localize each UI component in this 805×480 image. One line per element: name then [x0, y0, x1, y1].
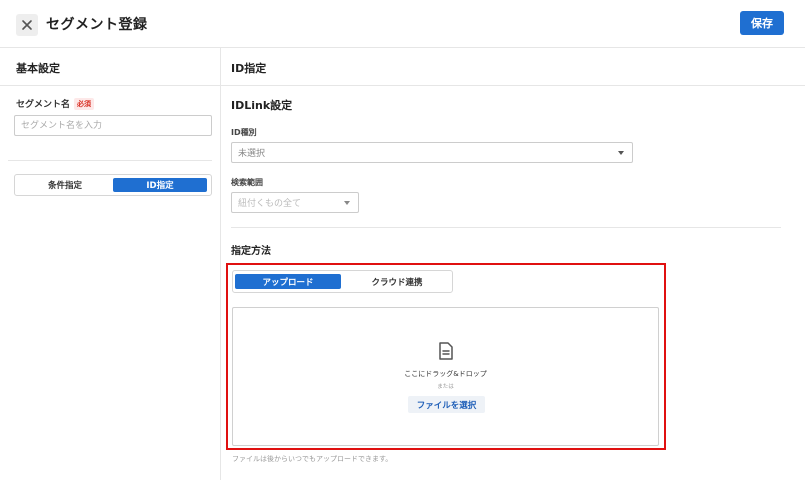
basic-settings-title: 基本設定 [16, 62, 60, 75]
close-icon [22, 20, 32, 30]
close-button[interactable] [16, 14, 38, 36]
method-tabs: アップロード クラウド連携 [232, 270, 453, 293]
id-section-header: ID指定 [221, 48, 805, 86]
mode-toggle: 条件指定 ID指定 [14, 174, 212, 196]
drop-text: ここにドラッグ&ドロップ [404, 370, 487, 378]
id-type-value: 未選択 [238, 149, 266, 159]
upload-help-text: ファイルは後からいつでもアップロードできます。 [232, 455, 393, 463]
document-icon [439, 342, 453, 360]
page-header: セグメント登録 保存 [0, 0, 805, 48]
chevron-down-icon [344, 201, 350, 205]
save-button[interactable]: 保存 [740, 11, 784, 35]
tab-id[interactable]: ID指定 [113, 178, 207, 192]
right-divider [231, 227, 781, 228]
search-scope-label: 検索範囲 [231, 178, 263, 187]
file-dropzone[interactable]: ここにドラッグ&ドロップ または ファイルを選択 [232, 307, 659, 446]
basic-settings-header: 基本設定 [0, 48, 220, 86]
search-scope-value: 紐付くもの全て [238, 199, 302, 209]
id-section-title: ID指定 [231, 62, 267, 75]
or-text: または [437, 384, 454, 390]
tab-cloud-integration[interactable]: クラウド連携 [343, 274, 451, 289]
page-title: セグメント登録 [46, 17, 148, 33]
segment-name-input[interactable] [14, 115, 212, 136]
column-divider [220, 48, 221, 480]
id-type-label: ID種別 [231, 128, 257, 137]
segment-name-label-text: セグメント名 [16, 100, 71, 110]
tab-upload[interactable]: アップロード [235, 274, 341, 289]
required-badge: 必須 [74, 97, 95, 110]
search-scope-select[interactable]: 紐付くもの全て [231, 192, 359, 213]
method-title: 指定方法 [231, 246, 271, 257]
choose-file-button[interactable]: ファイルを選択 [408, 396, 485, 413]
idlink-settings-title: IDLink設定 [231, 99, 293, 112]
segment-name-label: セグメント名 必須 [16, 97, 95, 110]
chevron-down-icon [618, 151, 624, 155]
id-type-select[interactable]: 未選択 [231, 142, 633, 163]
left-divider [8, 160, 212, 161]
tab-condition[interactable]: 条件指定 [19, 178, 111, 192]
